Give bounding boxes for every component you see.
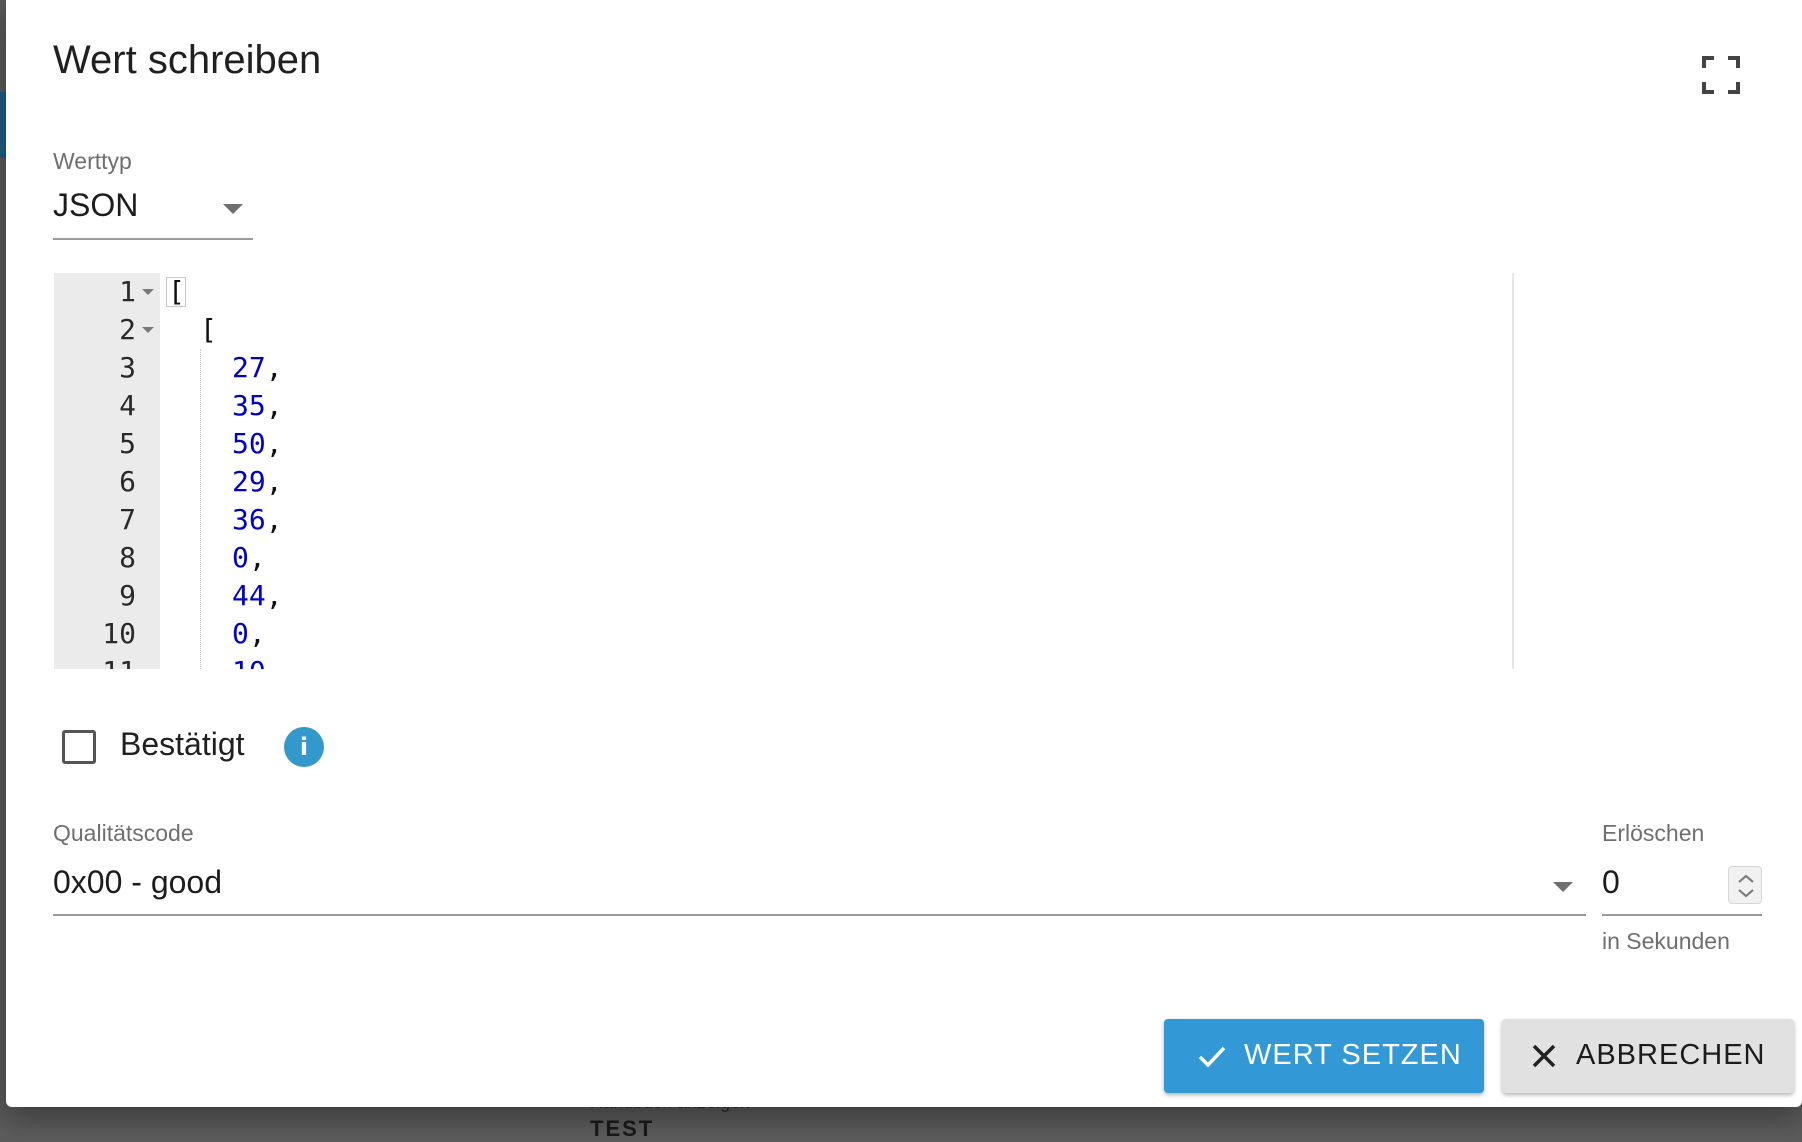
json-number: 35 <box>232 389 266 422</box>
json-comma: , <box>265 579 283 612</box>
line-number: 4 <box>119 389 136 422</box>
json-bracket: [ <box>200 313 217 346</box>
json-comma: , <box>265 465 283 498</box>
editor-line[interactable]: 4 35, <box>54 387 1512 425</box>
json-number: 44 <box>232 579 266 612</box>
dialog-title: Wert schreiben <box>53 38 322 82</box>
cancel-button[interactable]: ABBRECHEN <box>1502 1019 1794 1093</box>
line-number: 2 <box>119 313 136 346</box>
chevron-down-icon <box>223 204 243 214</box>
fold-arrow-icon[interactable] <box>142 289 154 295</box>
line-number: 11 <box>54 653 136 669</box>
value-type-value: JSON <box>53 187 139 223</box>
json-comma: , <box>248 617 266 650</box>
expire-input[interactable]: 0 <box>1602 856 1762 916</box>
set-value-button[interactable]: WERT SETZEN <box>1164 1019 1484 1093</box>
editor-line[interactable]: 5 50, <box>54 425 1512 463</box>
quality-code-value: 0x00 - good <box>53 864 223 900</box>
value-type-label: Werttyp <box>53 148 132 174</box>
close-icon <box>1532 1044 1556 1068</box>
editor-line[interactable]: 7 36, <box>54 501 1512 539</box>
set-value-label: WERT SETZEN <box>1244 1039 1462 1071</box>
code-text: 44, <box>232 577 283 615</box>
code-text: 0, <box>232 615 266 653</box>
json-editor[interactable]: 1[2[327,435,550,629,736,80,944,100,1110, <box>54 273 1514 669</box>
json-comma: , <box>265 427 283 460</box>
json-comma: , <box>265 503 283 536</box>
quality-code-select[interactable]: 0x00 - good <box>53 856 1586 916</box>
line-number: 5 <box>119 427 136 460</box>
line-number: 9 <box>119 579 136 612</box>
fold-arrow-icon[interactable] <box>142 327 154 333</box>
json-comma: , <box>266 655 283 669</box>
code-text: 27, <box>232 349 283 387</box>
confirmed-checkbox[interactable] <box>62 730 96 764</box>
code-text: 10, <box>232 653 283 669</box>
editor-line[interactable]: 1[ <box>54 273 1512 311</box>
json-number: 10 <box>232 655 266 669</box>
editor-line[interactable]: 2[ <box>54 311 1512 349</box>
chevron-down-icon <box>1553 882 1573 892</box>
code-text: 50, <box>232 425 283 463</box>
fullscreen-icon <box>1702 56 1740 94</box>
editor-line[interactable]: 3 27, <box>54 349 1512 387</box>
background-value: TEST <box>590 1116 655 1141</box>
bracket-match-highlight <box>166 277 186 307</box>
spinner-arrows-icon <box>1738 874 1754 898</box>
json-number: 29 <box>232 465 266 498</box>
write-value-dialog: Wert schreiben Werttyp JSON 1[2[3 27, 4 35,… <box>6 0 1802 1107</box>
editor-line[interactable]: 8 0, <box>54 539 1512 577</box>
line-number: 6 <box>119 465 136 498</box>
json-number: 0 <box>232 617 249 650</box>
editor-line[interactable]: 9 44, <box>54 577 1512 615</box>
json-comma: , <box>265 389 283 422</box>
editor-line[interactable]: 11 10, <box>54 653 1512 669</box>
editor-line[interactable]: 6 29, <box>54 463 1512 501</box>
code-text: 29, <box>232 463 283 501</box>
editor-line[interactable]: 10 0, <box>54 615 1512 653</box>
code-text: [ <box>200 311 217 349</box>
code-text: 35, <box>232 387 283 425</box>
line-number: 10 <box>102 617 136 650</box>
expire-value: 0 <box>1602 864 1620 900</box>
confirmed-label[interactable]: Bestätigt <box>120 726 245 763</box>
fullscreen-button[interactable] <box>1698 52 1744 98</box>
number-spinner[interactable] <box>1728 866 1762 904</box>
expire-label: Erlöschen <box>1602 820 1705 846</box>
value-type-select[interactable]: JSON <box>53 182 253 240</box>
cancel-label: ABBRECHEN <box>1576 1039 1766 1071</box>
json-number: 27 <box>232 351 266 384</box>
expire-hint: in Sekunden <box>1602 928 1730 954</box>
line-number: 7 <box>119 503 136 536</box>
quality-code-label: Qualitätscode <box>53 820 194 846</box>
code-text: 0, <box>232 539 266 577</box>
line-number: 3 <box>119 351 136 384</box>
json-number: 0 <box>232 541 249 574</box>
code-text: 36, <box>232 501 283 539</box>
line-number: 8 <box>119 541 136 574</box>
json-number: 36 <box>232 503 266 536</box>
check-icon <box>1198 1046 1226 1068</box>
info-icon[interactable]: i <box>284 727 324 767</box>
line-number: 1 <box>119 275 136 308</box>
json-comma: , <box>265 351 283 384</box>
json-comma: , <box>248 541 266 574</box>
json-number: 50 <box>232 427 266 460</box>
